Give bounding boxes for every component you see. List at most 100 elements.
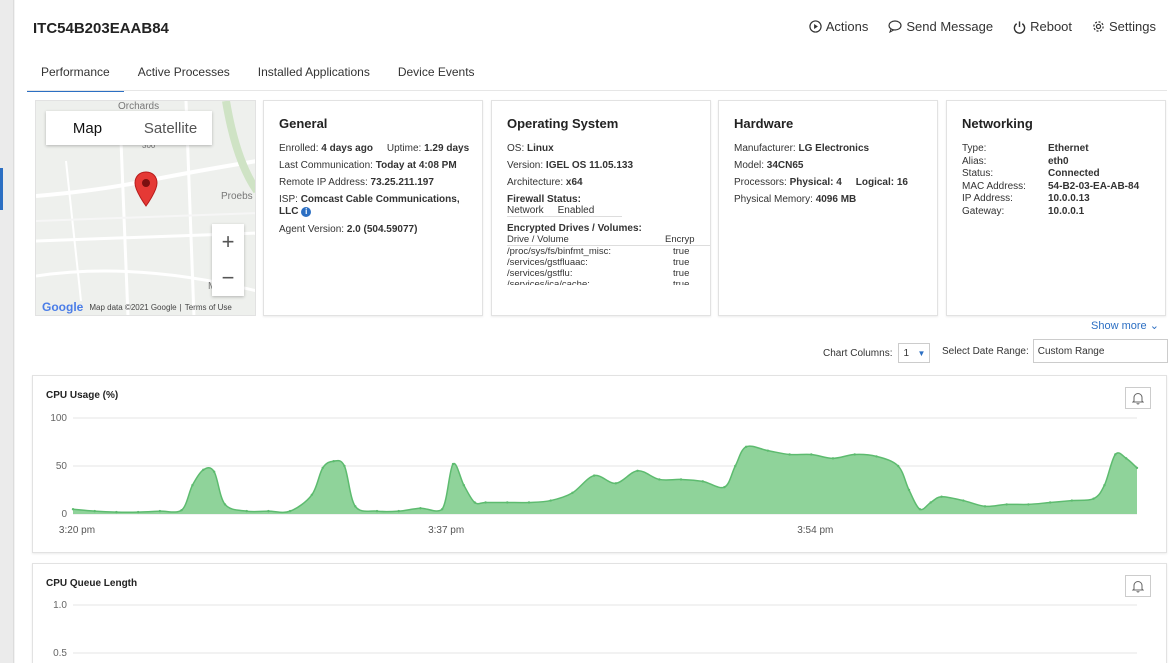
data-point[interactable] [212,470,216,473]
map-type-satellite-button[interactable]: Satellite [129,111,212,145]
data-point[interactable] [354,505,357,508]
data-point[interactable] [245,509,248,513]
chevron-down-icon: ⌄ [1149,320,1159,332]
data-point[interactable] [343,464,346,468]
y-tick-label: 0 [61,509,67,520]
data-point[interactable] [1027,503,1030,506]
data-point[interactable] [679,478,683,481]
hardware-title: Hardware [734,116,794,131]
table-row: /services/ica/cache: true [507,279,710,285]
data-point[interactable] [907,488,911,492]
send-message-button[interactable]: Send Message [888,19,993,34]
x-tick-label: 3:54 pm [797,525,833,536]
data-point[interactable] [766,449,770,452]
version-value: IGEL OS 11.05.133 [545,160,634,171]
map-pin-icon[interactable] [134,171,158,207]
info-icon[interactable]: i [301,207,312,217]
data-point[interactable] [831,457,835,460]
actions-label: Actions [825,19,869,34]
settings-button[interactable]: Settings [1092,19,1156,34]
uptime-value: 1.29 days [424,143,470,154]
data-point[interactable] [636,469,639,472]
data-point[interactable] [1092,497,1095,500]
drive-encrypted: true [673,268,690,279]
tab-device-events[interactable]: Device Events [384,58,489,92]
uptime-label: Uptime: [386,143,422,154]
tab-active-processes[interactable]: Active Processes [124,58,244,92]
data-point[interactable] [71,508,75,511]
data-point[interactable] [896,464,900,468]
data-point[interactable] [484,501,487,504]
data-point[interactable] [288,509,292,513]
data-point[interactable] [310,493,314,496]
data-point[interactable] [419,507,422,510]
data-point[interactable] [440,508,444,511]
data-point[interactable] [462,484,466,487]
data-point[interactable] [332,460,335,463]
data-point[interactable] [734,464,737,468]
data-point[interactable] [1048,501,1052,504]
data-point[interactable] [473,501,476,504]
data-point[interactable] [875,455,878,458]
data-point[interactable] [853,453,856,456]
map-zoom-controls: + − [212,224,244,296]
data-point[interactable] [614,482,618,485]
os-label: OS: [507,143,525,154]
data-point[interactable] [549,499,552,502]
data-point[interactable] [918,508,922,511]
os-line: OS: Linux [507,143,710,154]
data-point[interactable] [180,508,183,512]
data-point[interactable] [451,462,455,466]
data-point[interactable] [191,484,194,487]
reboot-button[interactable]: Reboot [1013,19,1072,34]
data-point[interactable] [788,453,791,456]
data-point[interactable] [115,510,118,514]
data-point[interactable] [701,480,704,483]
data-point[interactable] [983,505,987,508]
actions-button[interactable]: Actions [809,19,869,34]
data-point[interactable] [1114,453,1117,456]
tab-installed-applications[interactable]: Installed Applications [244,58,384,92]
show-more-link[interactable]: Show more ⌄ [1091,319,1159,332]
data-point[interactable] [1135,466,1139,470]
data-point[interactable] [321,466,324,470]
zoom-out-button[interactable]: − [212,260,244,296]
data-point[interactable] [940,495,943,498]
data-point[interactable] [1103,484,1106,487]
map-terms-link[interactable]: Terms of Use [185,303,232,312]
date-range-input[interactable]: Custom Range [1032,339,1168,363]
location-map[interactable]: Orchards Proebs Mill 300 Map Satellite +… [35,100,256,316]
net-label: MAC Address: [962,180,1026,192]
data-point[interactable] [506,501,509,504]
tab-performance[interactable]: Performance [27,58,124,92]
data-point[interactable] [1005,503,1008,506]
zoom-in-button[interactable]: + [212,224,244,260]
data-point[interactable] [962,499,965,502]
map-type-map-button[interactable]: Map [46,111,129,145]
data-point[interactable] [929,501,932,504]
data-point[interactable] [397,509,400,513]
data-point[interactable] [527,501,531,504]
data-point[interactable] [571,491,574,495]
data-point[interactable] [810,453,813,456]
data-point[interactable] [375,509,379,513]
agent-label: Agent Version: [279,224,345,235]
data-point[interactable] [93,509,96,513]
data-point[interactable] [267,509,270,513]
data-point[interactable] [158,509,162,513]
table-row: /proc/sys/fs/binfmt_misc: true [507,246,710,257]
data-point[interactable] [658,478,661,481]
data-point[interactable] [136,510,140,514]
agent-value: 2.0 (504.59077) [346,224,418,235]
data-point[interactable] [723,485,726,489]
data-point[interactable] [1070,499,1074,502]
data-point[interactable] [202,468,205,472]
data-point[interactable] [744,445,748,448]
manufacturer-value: LG Electronics [798,143,870,154]
data-point[interactable] [223,503,227,506]
net-label: Type: [962,143,987,154]
data-point[interactable] [1124,457,1128,460]
chart-columns-select[interactable]: 1 ▼ [898,343,931,363]
data-point[interactable] [592,474,596,477]
table-row: /services/gstfluaac: true [507,257,710,268]
